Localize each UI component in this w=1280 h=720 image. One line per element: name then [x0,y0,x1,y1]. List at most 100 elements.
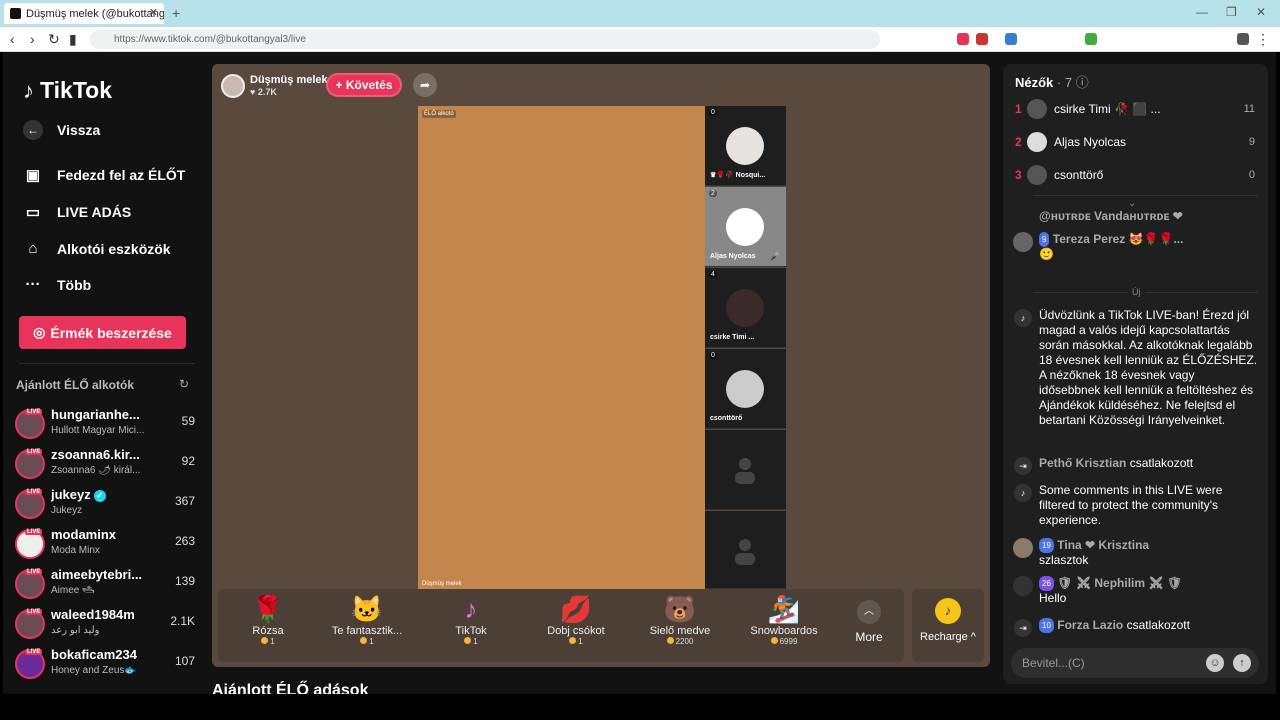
top-viewer-row[interactable]: 1 csirke Timi 🥀 ⬛ ... 11 [1015,98,1255,120]
creator-item[interactable]: LIVE zsoanna6.kir... Zsoanna6 🌶 királ...… [15,445,195,481]
guest-slot[interactable]: 0 ♛🌹🥀 Nosqui... [705,106,786,186]
chat-user[interactable]: Tina ❤ Krisztina [1057,538,1149,552]
new-tab-button[interactable]: + [172,5,180,21]
chevron-up-icon: ︿ [857,600,881,624]
host-info[interactable]: Düşmüş melek ♥ 2.7K [221,72,328,99]
menu-explore-live[interactable]: ▣ Fedezd fel az ÉLŐT [23,166,185,184]
gift-item[interactable]: 💋 Dobj csókot 1 [531,593,621,659]
mic-muted-icon: 🎤 [770,252,780,261]
gift-item[interactable]: 🐻 Sielő medve 2200 [635,593,725,659]
guest-slot[interactable]: 2 Aljas Nyolcas 🎤 [705,187,786,267]
coin-icon [770,637,778,644]
guest-avatar [726,208,764,246]
gift-price: 2200 [635,637,725,646]
chat-avatar[interactable] [1013,576,1033,596]
creator-item[interactable]: LIVE jukeyz ✓ Jukeyz 367 [15,485,195,521]
gift-label: Te fantasztik... [331,625,403,637]
browser-menu-icon[interactable]: ⋮ [1256,31,1270,48]
chevron-down-icon[interactable]: ⌄ [1128,198,1136,209]
tiktok-logo[interactable]: ♪ TikTok [23,77,112,104]
gift-item[interactable]: 🐱 Te fantasztik... 1 [322,593,412,659]
arrow-left-icon: ← [23,120,43,140]
guest-slot-empty[interactable] [705,511,786,589]
main-video[interactable]: ÉLŐ alkotó Düşmüş melek [418,106,705,589]
recharge-button[interactable]: ♪ Recharge ^ [912,589,984,662]
back-button[interactable]: ← Vissza [23,120,100,140]
guest-slot-empty[interactable] [705,430,786,510]
gift-item[interactable]: ♪ TikTok 1 [426,593,516,659]
extension-icon[interactable] [957,33,969,45]
guest-count: 0 [709,109,717,116]
gift-item[interactable]: 🏂 Snowboardos 6999 [739,593,829,659]
bookmark-icon[interactable]: ▮ [69,31,77,48]
viewer-count: 263 [174,534,195,548]
top-viewer-row[interactable]: 3 csonttörő 0 [1015,164,1255,186]
viewer-count: 367 [174,494,195,508]
system-message: ♪ Some comments in this LIVE were filter… [1013,483,1258,528]
chat-user[interactable]: Tereza Perez 😻🌹🌹... [1053,232,1184,246]
guest-slot[interactable]: 0 csonttörő [705,349,786,429]
browser-tab[interactable]: Düşmüş melek (@bukottangy ✕ [4,3,164,24]
extension-icon[interactable] [1237,33,1249,45]
chat-avatar[interactable] [1013,538,1033,558]
chat-user[interactable]: Forza Lazio [1057,618,1123,632]
menu-more[interactable]: ··· Több [23,276,92,293]
creator-item[interactable]: LIVE hungarianhe... Hullott Magyar Mici.… [15,405,195,441]
live-badge: LIVE [25,649,43,655]
chat-user[interactable]: 🛡 ⚔ Nephilim ⚔ 🛡 [1057,576,1182,590]
creator-name: hungarianhe... [51,407,140,422]
chat-user[interactable]: @ʜᴜᴛʀᴅᴇ Vandaʜᴜᴛʀᴅᴇ ❤ [1039,209,1183,223]
divider [19,363,195,364]
host-avatar[interactable] [221,73,245,98]
guest-avatar [726,127,764,165]
more-gifts-button[interactable]: ︿ More [849,600,889,644]
extension-icon[interactable] [1085,33,1097,45]
get-coins-button[interactable]: ◎ Érmék beszerzése [19,316,186,349]
recharge-coin-icon: ♪ [935,598,961,624]
send-icon[interactable]: ↑ [1233,654,1251,672]
coin-icon [666,637,674,644]
gift-label: Dobj csókot [547,625,605,637]
chat-user[interactable]: Pethő Krisztian [1039,456,1126,470]
guest-count: 2 [709,190,717,197]
more-icon: ··· [25,276,41,293]
menu-creator-tools[interactable]: ⌂ Alkotói eszközök [23,240,170,257]
creator-name: aimeebytebri... [51,567,143,582]
extension-icon[interactable] [976,33,988,45]
creator-item[interactable]: LIVE modaminx Moda Minx 263 [15,525,195,561]
forward-icon[interactable]: › [30,31,35,47]
kiss-icon: 💋 [559,594,593,624]
share-icon[interactable]: ➦ [413,73,437,97]
divider [1033,292,1258,293]
extension-icon[interactable] [1005,33,1017,45]
guest-count: 4 [709,271,717,278]
info-icon[interactable]: ⓘ [1076,75,1089,90]
creator-item[interactable]: LIVE aimeebytebri... Aimee 🛥 139 [15,565,195,601]
menu-go-live[interactable]: ▭ LIVE ADÁS [23,203,131,221]
restore-icon[interactable]: ❐ [1226,5,1237,19]
emoji-icon[interactable]: ☺ [1206,654,1224,672]
minimize-icon[interactable]: — [1196,5,1208,19]
window-close-icon[interactable]: ✕ [1256,5,1266,19]
viewers-title[interactable]: Nézők · 7 ⓘ [1015,72,1089,91]
url-field[interactable]: https://www.tiktok.com/@bukottangyal3/li… [90,30,880,49]
creator-item[interactable]: LIVE bokaficam234 Honey and Zeus🐟 107 [15,645,195,681]
creator-item[interactable]: LIVE waleed1984m وليد ابو رعد 2.1K [15,605,195,641]
follow-button[interactable]: + Követés [326,73,402,97]
bottom-bar [0,694,1280,720]
reload-icon[interactable]: ↻ [48,31,60,48]
back-icon[interactable]: ‹ [10,31,15,47]
top-viewer-row[interactable]: 2 Aljas Nyolcas 9 [1015,131,1255,153]
refresh-icon[interactable]: ↻ [179,377,189,391]
viewer-avatar [1027,165,1047,185]
gift-item[interactable]: 🌹 Rózsa 1 [223,593,313,659]
tiktok-note-icon: ♪ [23,77,34,103]
guest-avatar [726,370,764,408]
viewer-count: 139 [174,574,195,588]
level-badge: 9 [1039,232,1050,247]
close-tab-icon[interactable]: ✕ [149,6,158,19]
creator-subtitle: Zsoanna6 🌶 királ... [51,465,141,476]
chat-avatar[interactable] [1013,232,1033,252]
avatar: LIVE [15,569,45,599]
guest-slot[interactable]: 4 csirke Timi ... [705,268,786,348]
